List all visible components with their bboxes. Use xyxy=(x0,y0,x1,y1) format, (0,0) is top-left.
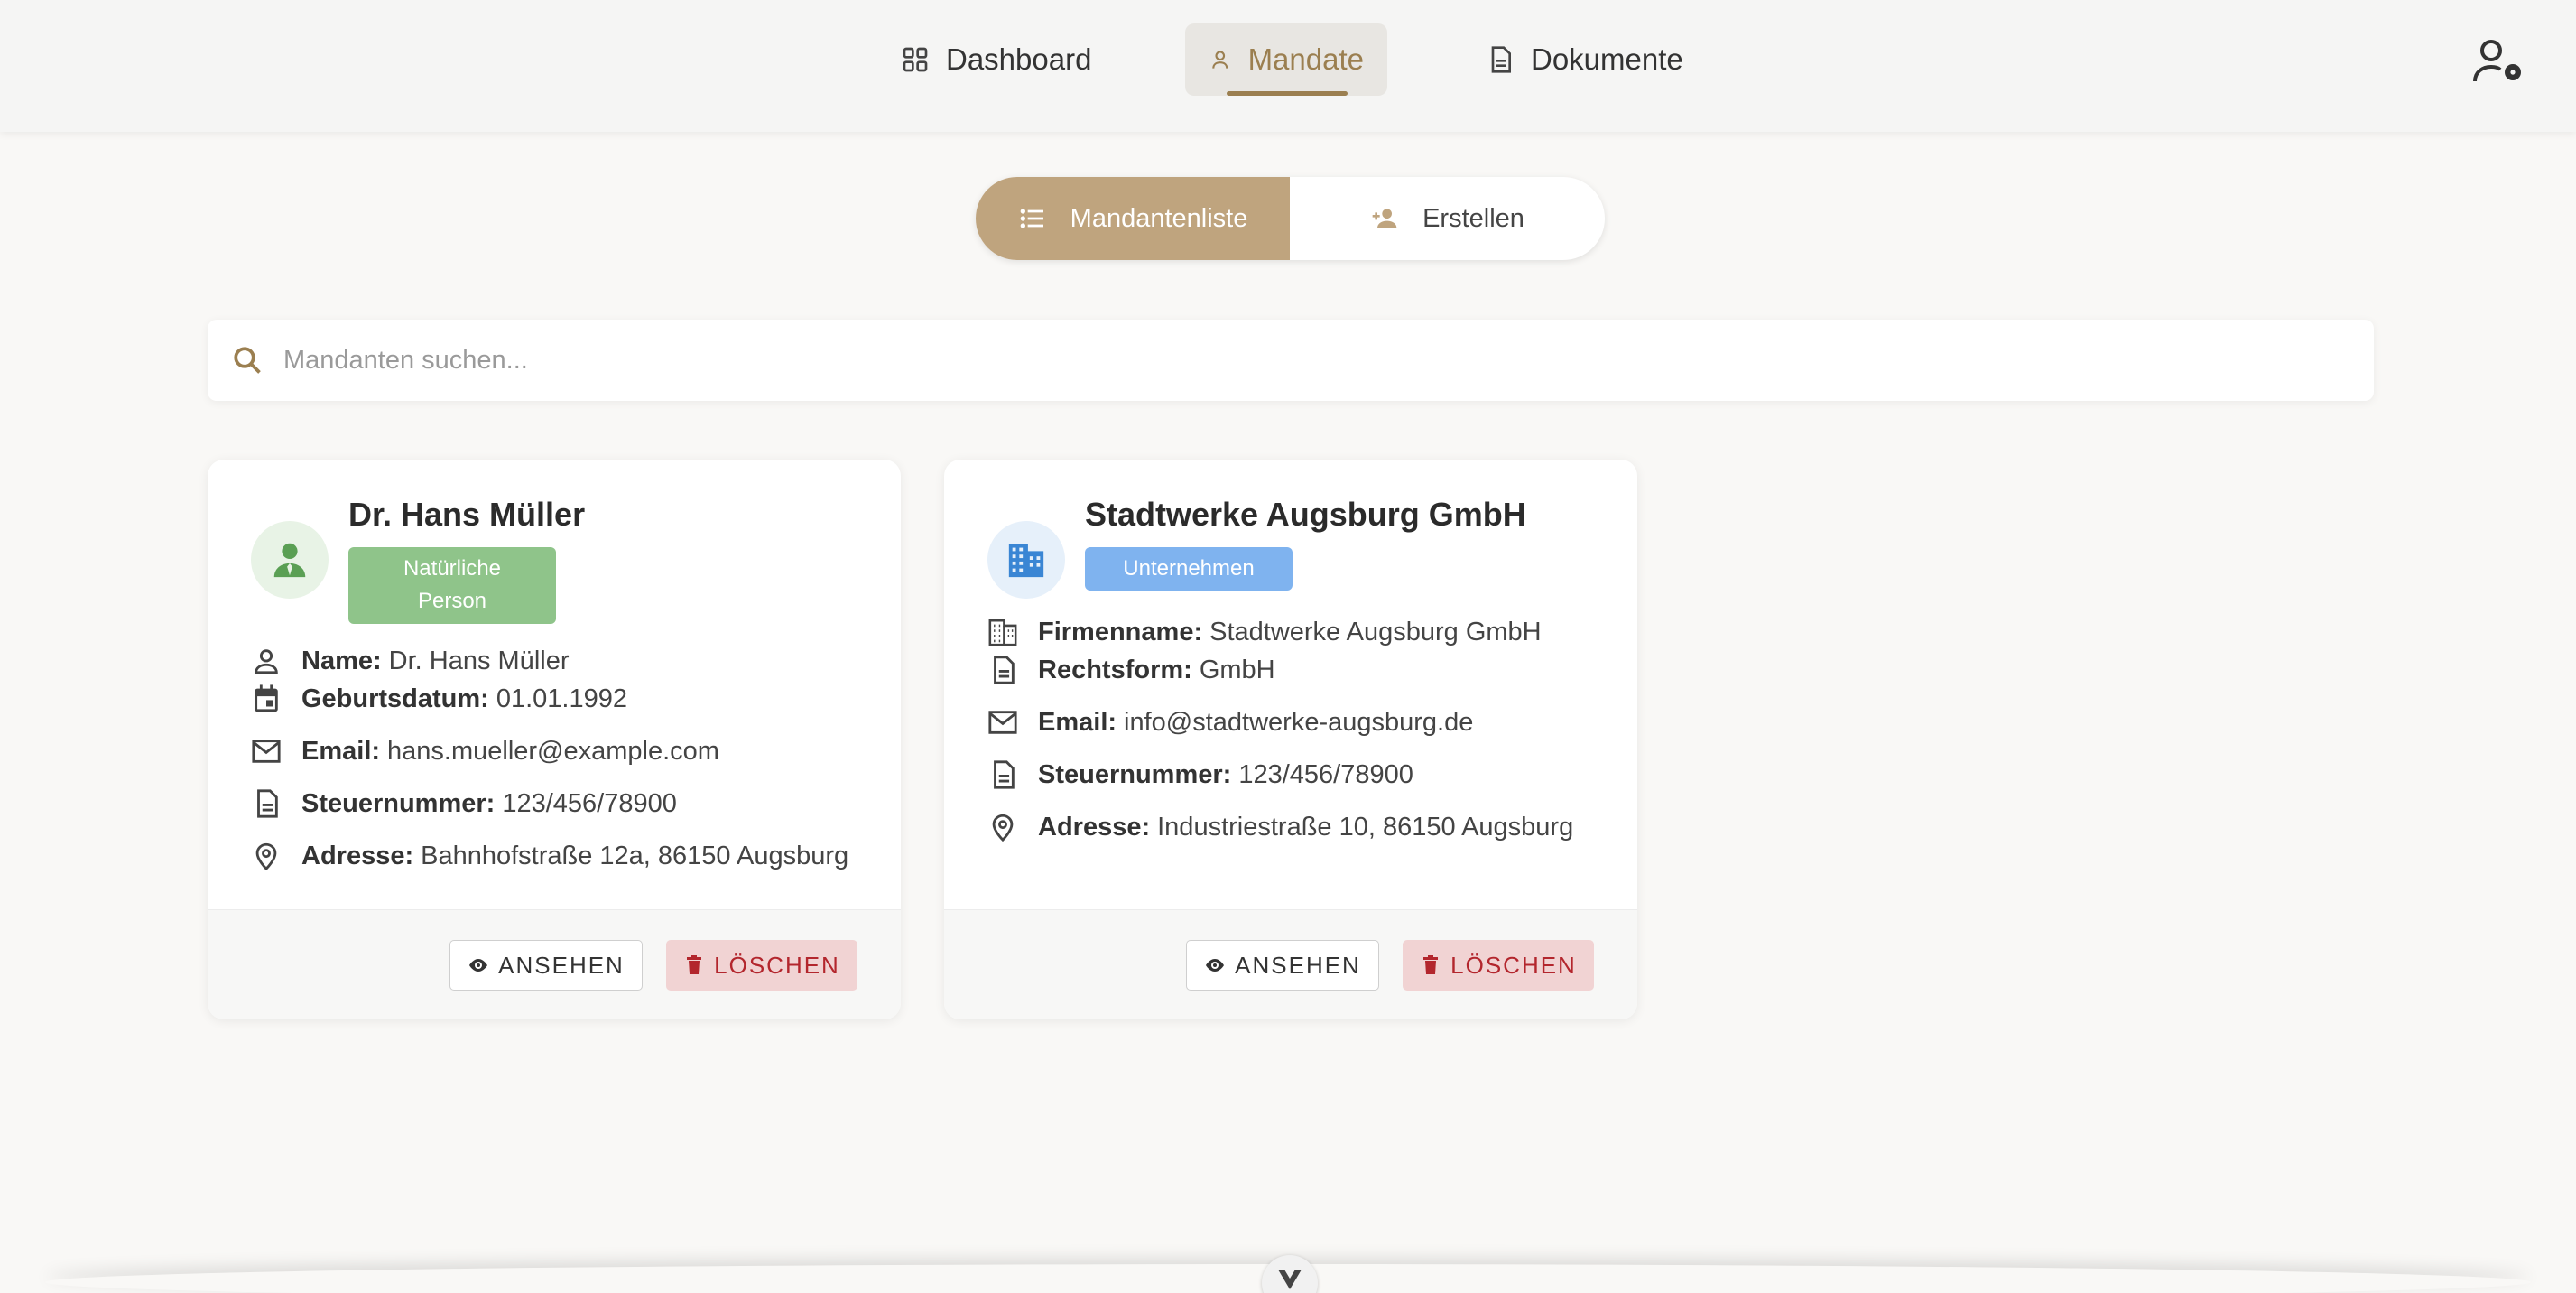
field-value: Industriestraße 10, 86150 Augsburg xyxy=(1157,812,1574,842)
view-button[interactable]: ANSEHEN xyxy=(449,940,643,991)
list-icon xyxy=(1020,209,1043,228)
client-name: Dr. Hans Müller xyxy=(348,496,586,533)
add-person-icon xyxy=(1372,209,1397,228)
field-tax-number: Steuernummer: 123/456/78900 xyxy=(987,759,1413,790)
user-settings-button[interactable] xyxy=(2471,38,2525,85)
location-icon xyxy=(255,842,277,871)
field-label: Email: xyxy=(301,736,381,766)
field-value: hans.mueller@example.com xyxy=(387,736,719,766)
client-type-badge: Unternehmen xyxy=(1085,547,1293,591)
client-type-badge: Natürliche Person xyxy=(348,547,556,624)
delete-button-label: LÖSCHEN xyxy=(714,951,840,979)
nav-dokumente-label: Dokumente xyxy=(1531,42,1683,76)
tab-erstellen-label: Erstellen xyxy=(1422,203,1524,233)
search-bar xyxy=(208,320,2374,401)
client-card: Stadtwerke Augsburg GmbH Unternehmen Fir… xyxy=(944,460,1637,1019)
field-label: Adresse: xyxy=(1038,812,1151,842)
field-email: Email: info@stadtwerke-augsburg.de xyxy=(987,707,1473,738)
delete-button[interactable]: LÖSCHEN xyxy=(1403,940,1594,991)
top-navigation: Dashboard Mandate Dokumente xyxy=(0,0,2576,132)
client-avatar xyxy=(251,521,329,599)
field-label: Rechtsform: xyxy=(1038,655,1192,684)
mail-icon xyxy=(988,711,1017,734)
delete-button-label: LÖSCHEN xyxy=(1450,951,1577,979)
location-icon xyxy=(992,814,1014,842)
field-address: Adresse: Bahnhofstraße 12a, 86150 Augsbu… xyxy=(251,841,848,871)
document-icon xyxy=(994,760,1015,789)
tab-erstellen[interactable]: Erstellen xyxy=(1290,177,1605,260)
field-tax-number: Steuernummer: 123/456/78900 xyxy=(251,788,677,819)
field-value: GmbH xyxy=(1199,655,1275,684)
calendar-icon xyxy=(255,684,278,712)
field-value: 123/456/78900 xyxy=(1238,759,1413,789)
field-value: 123/456/78900 xyxy=(502,788,677,818)
field-value: 01.01.1992 xyxy=(496,684,627,713)
nav-dashboard-label: Dashboard xyxy=(946,42,1092,76)
badge-line: Person xyxy=(417,589,487,613)
view-button[interactable]: ANSEHEN xyxy=(1186,940,1379,991)
chevron-down-icon xyxy=(1278,1270,1302,1289)
client-avatar xyxy=(987,521,1065,599)
field-value: Bahnhofstraße 12a, 86150 Augsburg xyxy=(421,841,849,870)
field-name: Name: Dr. Hans Müller xyxy=(251,646,569,676)
field-label: Geburtsdatum: xyxy=(301,684,489,713)
view-button-label: ANSEHEN xyxy=(498,951,625,979)
building-icon xyxy=(1008,544,1044,578)
badge-line: Natürliche xyxy=(403,556,502,581)
nav-mandate-label: Mandate xyxy=(1247,42,1364,76)
field-value: info@stadtwerke-augsburg.de xyxy=(1124,707,1474,737)
document-icon xyxy=(1491,46,1511,73)
field-label: Name: xyxy=(301,646,382,675)
field-address: Adresse: Industriestraße 10, 86150 Augsb… xyxy=(987,812,1573,842)
nav-mandate[interactable]: Mandate xyxy=(1185,23,1387,96)
field-label: Adresse: xyxy=(301,841,414,870)
field-value: Stadtwerke Augsburg GmbH xyxy=(1209,617,1542,646)
tab-mandantenliste[interactable]: Mandantenliste xyxy=(976,177,1290,260)
eye-icon xyxy=(1206,959,1225,972)
field-legal-form: Rechtsform: GmbH xyxy=(987,655,1275,685)
document-icon xyxy=(257,789,278,818)
view-button-label: ANSEHEN xyxy=(1235,951,1361,979)
trash-icon xyxy=(1423,955,1439,974)
user-settings-icon xyxy=(2473,40,2521,82)
tab-mandantenliste-label: Mandantenliste xyxy=(1070,203,1248,233)
user-icon xyxy=(1212,51,1228,69)
client-card: Dr. Hans Müller Natürliche Person Name: … xyxy=(208,460,901,1019)
field-email: Email: hans.mueller@example.com xyxy=(251,736,719,767)
nav-dashboard[interactable]: Dashboard xyxy=(877,23,1115,96)
nav-dokumente[interactable]: Dokumente xyxy=(1462,23,1707,96)
field-value: Dr. Hans Müller xyxy=(388,646,570,675)
active-tab-underline xyxy=(1227,91,1348,96)
mail-icon xyxy=(252,740,281,763)
field-company-name: Firmenname: Stadtwerke Augsburg GmbH xyxy=(987,617,1542,647)
search-input[interactable] xyxy=(283,345,2269,376)
field-label: Steuernummer: xyxy=(301,788,496,818)
search-icon xyxy=(234,347,261,374)
delete-button[interactable]: LÖSCHEN xyxy=(666,940,857,991)
eye-icon xyxy=(469,959,488,972)
field-label: Steuernummer: xyxy=(1038,759,1232,789)
field-label: Email: xyxy=(1038,707,1117,737)
view-switcher: Mandantenliste Erstellen xyxy=(976,177,1605,260)
document-icon xyxy=(994,656,1015,684)
building-icon xyxy=(988,619,1017,646)
expand-panel-button[interactable] xyxy=(1262,1255,1318,1293)
field-birthdate: Geburtsdatum: 01.01.1992 xyxy=(251,684,627,714)
field-label: Firmenname: xyxy=(1038,617,1203,646)
client-name: Stadtwerke Augsburg GmbH xyxy=(1085,496,1526,533)
dashboard-icon xyxy=(903,47,928,72)
person-tie-icon xyxy=(273,543,306,578)
trash-icon xyxy=(687,955,702,974)
person-icon xyxy=(255,649,278,674)
